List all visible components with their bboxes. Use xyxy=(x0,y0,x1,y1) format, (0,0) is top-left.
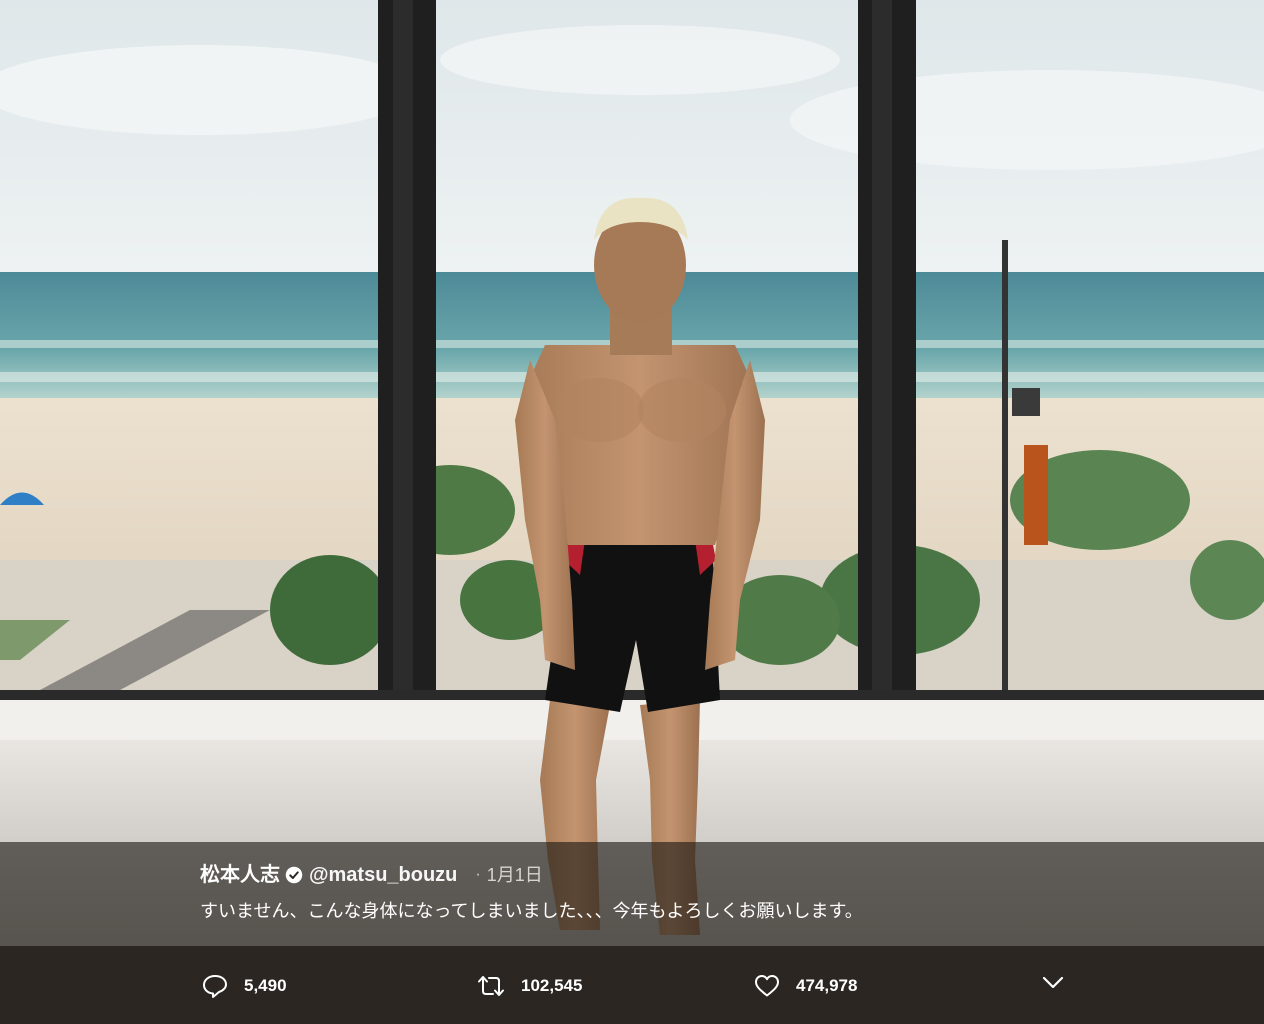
timestamp-separator: · xyxy=(475,866,481,883)
tweet-timestamp[interactable]: 1月1日 xyxy=(487,862,543,888)
tweet-media-viewer: 松本人志 @matsu_bouzu · 1月1日 すいません、こんな身体になって… xyxy=(0,0,1264,1024)
retweet-icon xyxy=(478,976,504,996)
reply-count: 5,490 xyxy=(244,976,287,995)
tweet-caption-content: 松本人志 @matsu_bouzu · 1月1日 すいません、こんな身体になって… xyxy=(200,862,1244,924)
heart-icon xyxy=(755,975,779,997)
reply-icon xyxy=(203,975,227,998)
reply-button[interactable]: 5,490 xyxy=(202,974,287,998)
tweet-caption-overlay: 松本人志 @matsu_bouzu · 1月1日 すいません、こんな身体になって… xyxy=(0,842,1264,946)
retweet-count: 102,545 xyxy=(521,976,583,995)
tweet-author-line: 松本人志 @matsu_bouzu · 1月1日 xyxy=(200,862,1244,888)
author-handle[interactable]: @matsu_bouzu xyxy=(309,862,457,888)
more-options-button[interactable] xyxy=(1042,976,1064,990)
like-button[interactable]: 474,978 xyxy=(754,974,857,998)
verified-badge-icon xyxy=(285,866,303,884)
chevron-down-icon xyxy=(1042,976,1064,989)
author-display-name[interactable]: 松本人志 xyxy=(200,862,280,888)
tweet-text: すいません、こんな身体になってしまいました、、、今年もよろしくお願いします。 xyxy=(200,901,863,921)
tweet-action-bar: 5,490 102,545 474,978 xyxy=(0,946,1264,1024)
retweet-button[interactable]: 102,545 xyxy=(477,974,582,998)
like-count: 474,978 xyxy=(796,976,858,995)
